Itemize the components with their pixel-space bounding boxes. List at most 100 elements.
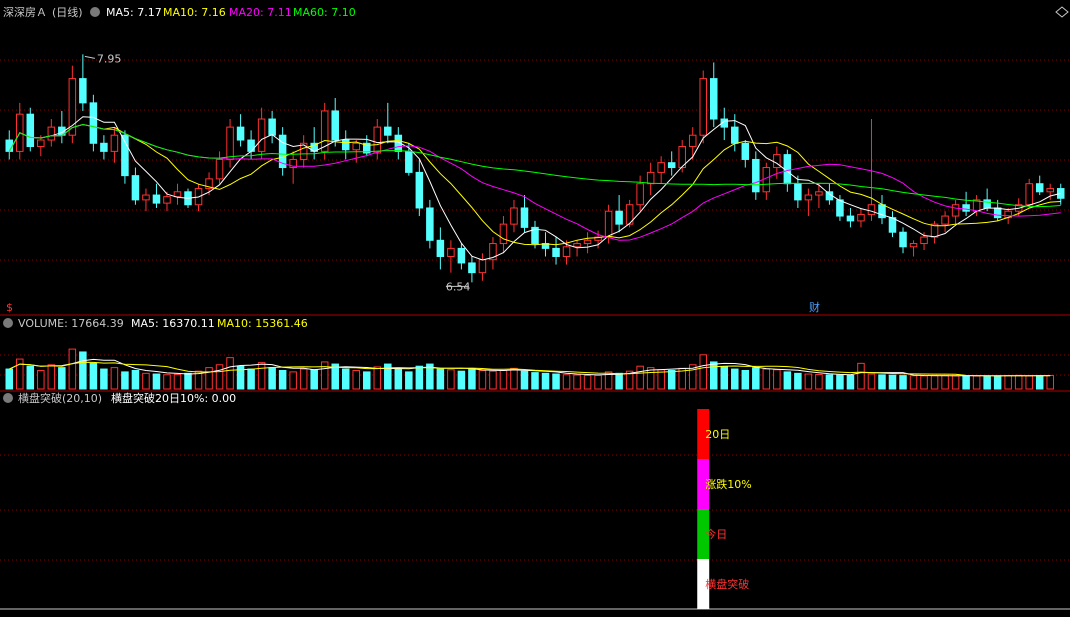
candle-body: [857, 213, 865, 222]
candle-body: [236, 126, 245, 141]
candle-body: [142, 194, 150, 201]
candle-body: [1046, 188, 1054, 193]
candle-body: [37, 139, 45, 148]
candle-body: [268, 118, 276, 136]
collapse-icon[interactable]: [3, 318, 13, 328]
candle-body: [247, 139, 255, 152]
candle-body: [257, 118, 266, 152]
candle-body: [962, 204, 970, 212]
volume-bar: [373, 366, 382, 390]
volume-bar: [131, 369, 140, 390]
volume-bar: [562, 374, 571, 390]
candle-body: [552, 247, 560, 257]
volume-bar: [89, 362, 98, 390]
volume-bar: [867, 373, 876, 390]
volume-bar: [846, 374, 855, 390]
candle-body: [215, 158, 224, 180]
indicator-value: 横盘突破20日10%: 0.00: [111, 391, 236, 405]
candle-body: [478, 259, 487, 274]
volume-bar: [667, 369, 676, 390]
candle-body: [604, 210, 613, 238]
volume-bar: [615, 372, 623, 390]
candle-body: [815, 191, 823, 196]
candle-body: [762, 167, 771, 193]
volume-bar: [289, 371, 297, 390]
volume-bar: [205, 367, 213, 390]
candle-body: [457, 247, 466, 264]
volume-bar: [310, 369, 318, 390]
collapse-icon[interactable]: [3, 393, 13, 403]
volume-bar: [1025, 375, 1033, 390]
volume-bar: [731, 368, 739, 390]
volume-bar: [720, 366, 729, 390]
candle-body: [836, 199, 844, 217]
candle-body: [152, 194, 161, 204]
breakout-segment-label: 涨跌10%: [705, 477, 751, 491]
volume-bar: [531, 372, 539, 390]
volume-bar: [100, 368, 108, 390]
volume-bar: [415, 365, 424, 390]
period-label: (日线): [52, 5, 83, 19]
volume-bar: [815, 373, 823, 390]
candle-body: [804, 194, 813, 201]
volume-bar: [520, 370, 529, 390]
candle-body: [688, 134, 697, 148]
breakout-segment-label: 横盘突破: [705, 577, 749, 591]
volume-bar: [541, 372, 550, 390]
volume-header: VOLUME: 17664.39 MA5: 16370.11 MA10: 153…: [3, 317, 308, 330]
volume-bar: [226, 357, 234, 390]
volume-bar: [121, 371, 129, 390]
indicator-header: 横盘突破(20,10) 横盘突破20日10%: 0.00: [3, 391, 236, 405]
collapse-icon[interactable]: [90, 7, 100, 17]
candle-body: [615, 210, 623, 225]
volume-bar: [583, 374, 592, 390]
volume-bar: [983, 375, 991, 390]
volume-bar: [636, 365, 644, 390]
volume-bar: [499, 369, 508, 390]
candle-body: [26, 113, 35, 148]
volume-bar: [941, 374, 949, 390]
volume-bar: [857, 362, 865, 390]
volume-bar: [972, 375, 981, 390]
volume-bar: [110, 367, 119, 390]
volume-bar: [930, 375, 939, 390]
volume-bar: [573, 374, 581, 390]
ma20-label: MA20: 7.11: [229, 6, 292, 19]
candle-body: [731, 126, 739, 144]
volume-bar: [510, 367, 518, 390]
candle-body: [667, 162, 676, 169]
candle-body: [131, 175, 140, 201]
s-marker: $: [6, 301, 13, 314]
volume-title: VOLUME: 17664.39: [18, 317, 124, 330]
stock-chart[interactable]: 20日涨跌10% 今日横盘突破 深深房Ａ (日线) MA5: 7.17 MA10:…: [0, 0, 1070, 617]
volume-bar: [436, 368, 445, 390]
volume-bar: [825, 374, 834, 390]
candle-body: [341, 139, 350, 151]
candle-body: [752, 158, 760, 193]
candle-body: [646, 171, 655, 185]
volume-bar: [489, 370, 497, 390]
candle-body: [89, 102, 98, 144]
volume-bar: [741, 369, 750, 390]
breakout-segment-label: 今日: [705, 527, 727, 541]
candle-body: [846, 215, 855, 222]
volume-bar: [405, 371, 413, 390]
volume-bar: [993, 375, 1002, 390]
volume-bar: [909, 375, 918, 390]
candle-body: [47, 126, 56, 141]
candle-body: [899, 231, 907, 248]
candle-body: [583, 239, 592, 245]
candle-body: [909, 243, 918, 248]
candle-body: [468, 262, 476, 274]
volume-bar: [762, 368, 771, 390]
volume-bar: [5, 368, 14, 390]
volume-bar: [709, 361, 718, 390]
volume-bar: [699, 354, 707, 390]
volume-bar: [1035, 375, 1044, 390]
volume-bar: [152, 373, 161, 390]
ma10-label: MA10: 7.16: [163, 6, 226, 19]
volume-bar: [783, 371, 792, 390]
low-marker: 6.54: [446, 280, 471, 293]
volume-bar: [394, 368, 403, 390]
volume-bar: [320, 361, 329, 390]
